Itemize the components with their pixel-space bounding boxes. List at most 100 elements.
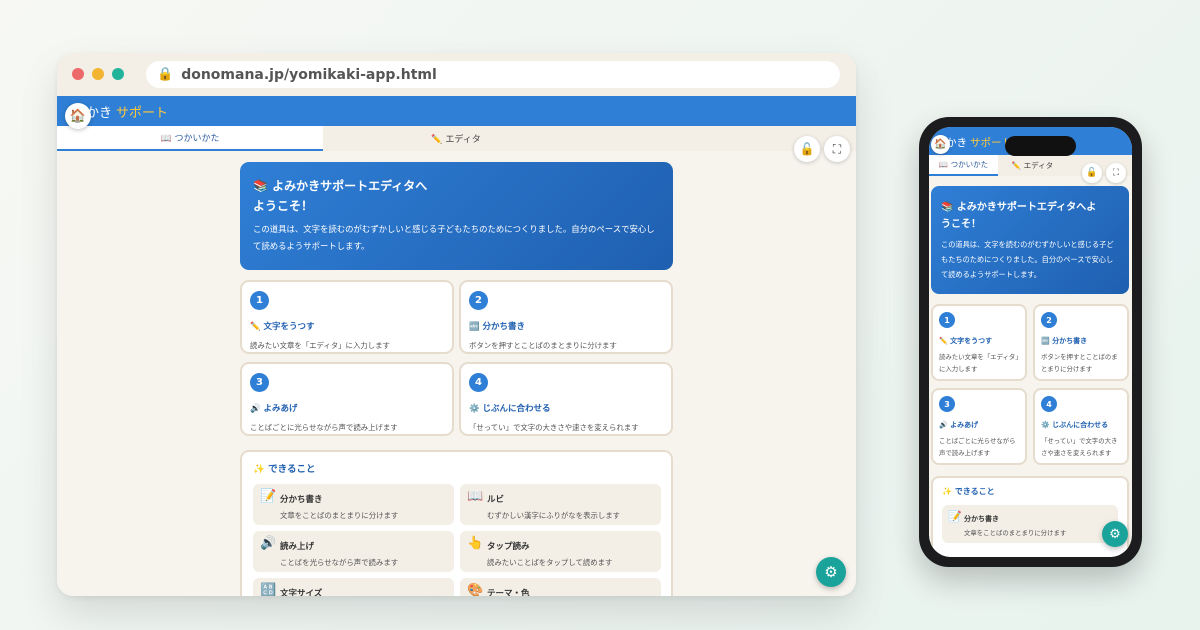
feature-name: ルビ (487, 495, 505, 505)
lock-toggle-button[interactable]: 🔓 (1082, 163, 1102, 183)
book-icon: 📖 (467, 489, 484, 504)
palette-icon: 🎨 (467, 583, 484, 596)
letters-icon: 🔠 (260, 583, 277, 596)
feature-name: タップ読み (487, 542, 530, 552)
memo-icon: 📝 (260, 489, 277, 504)
feature-name: 分かち書き (280, 495, 323, 505)
step-number: 3 (939, 396, 955, 412)
step-card: 4 ⚙️ じぶんに合わせる 「せってい」で文字の大きさや速さを変えられます (459, 362, 673, 436)
step-desc: 「せってい」で文字の大きさや速さを変えられます (1041, 437, 1118, 457)
step-desc: ボタンを押すとことばのまとまりに分けます (1041, 353, 1118, 373)
tab-usage[interactable]: 📖 つかいかた (929, 155, 998, 176)
step-number: 3 (250, 373, 269, 392)
feature-name: テーマ・色 (487, 589, 530, 596)
step-title: 🔤 分かち書き (1041, 337, 1088, 345)
address-bar[interactable]: 🔒 donomana.jp/yomikaki-app.html (146, 61, 840, 88)
pointing-hand-icon: 👆 (467, 536, 484, 551)
home-button[interactable]: 🏠 (65, 103, 91, 129)
step-desc: ことばごとに光らせながら声で読み上げます (939, 437, 1016, 457)
memo-icon: 📝 (948, 510, 962, 523)
gear-icon: ⚙ (824, 563, 838, 581)
feature-item: 📖 ルビむずかしい漢字にふりがなを表示します (460, 484, 661, 525)
step-title: ✏️ 文字をうつす (939, 337, 993, 345)
home-button[interactable]: 🏠 (931, 135, 950, 154)
home-icon: 🏠 (69, 108, 87, 124)
lock-toggle-button[interactable]: 🔓 (794, 136, 820, 162)
close-window-dot[interactable] (72, 68, 84, 80)
fullscreen-icon: ⛶ (832, 141, 842, 156)
feature-name: 読み上げ (280, 542, 315, 552)
step-title: 🔊 よみあげ (250, 404, 298, 414)
features-section: ✨ できること 📝 分かち書き 文章をことばのまとまりに分けます (931, 476, 1129, 557)
maximize-window-dot[interactable] (112, 68, 124, 80)
welcome-banner: 📚 よみかきサポートエディタへようこそ！ この道具は、文字を読むのがむずかしいと… (240, 162, 673, 270)
page-viewport: かき サポート 🏠 📖 つかいかた ✏️ エディタ 🔓 ⛶ 📚 よみかきサポートエ… (57, 96, 856, 596)
unlock-icon: 🔓 (1086, 168, 1098, 178)
feature-item: 🔊 読み上げことばを光らせながら声で読みます (253, 531, 454, 572)
step-card: 2 🔤 分かち書き ボタンを押すとことばのまとまりに分けます (459, 280, 673, 354)
welcome-title: 📚 よみかきサポートエディタへようこそ！ (941, 202, 1097, 230)
feature-desc: むずかしい漢字にふりがなを表示します (487, 511, 621, 520)
step-title: ⚙️ じぶんに合わせる (469, 404, 551, 414)
speaker-icon: 🔊 (260, 536, 277, 551)
step-number: 1 (939, 312, 955, 328)
step-title: ⚙️ じぶんに合わせる (1041, 421, 1109, 429)
step-card: 3 🔊 よみあげ ことばごとに光らせながら声で読み上げます (240, 362, 454, 436)
feature-name: 分かち書き (964, 515, 999, 523)
feature-desc: 文章をことばのまとまりに分けます (280, 511, 399, 520)
welcome-banner: 📚 よみかきサポートエディタへようこそ！ この道具は、文字を読むのがむずかしいと… (931, 186, 1129, 294)
lock-icon: 🔒 (157, 67, 174, 82)
feature-item: 🎨 テーマ・色 (460, 578, 661, 596)
unlock-icon: 🔓 (799, 142, 815, 156)
home-icon: 🏠 (934, 139, 947, 150)
step-number: 2 (469, 291, 488, 310)
step-card: 3 🔊 よみあげ ことばごとに光らせながら声で読み上げます (931, 388, 1027, 465)
desktop-browser-window: 🔒 donomana.jp/yomikaki-app.html かき サポート 🏠… (57, 53, 856, 596)
features-title: ✨ できること (253, 464, 316, 475)
feature-desc: ことばを光らせながら声で読みます (280, 558, 399, 567)
step-number: 2 (1041, 312, 1057, 328)
app-brand: かき サポート (86, 102, 168, 121)
tab-editor[interactable]: ✏️ エディタ (998, 155, 1067, 176)
feature-desc: 読みたいことばをタップして読めます (487, 558, 613, 567)
step-number: 4 (469, 373, 488, 392)
step-desc: 「せってい」で文字の大きさや速さを変えられます (469, 423, 639, 432)
tab-editor[interactable]: ✏️ エディタ (323, 126, 589, 151)
settings-button[interactable]: ⚙ (1102, 521, 1128, 547)
tab-bar: 📖 つかいかた ✏️ エディタ (57, 126, 856, 151)
phone-screen: かき サポート 🏠 📖 つかいかた ✏️ エディタ 🔓 ⛶ 📚 よみかきサポートエ… (929, 127, 1132, 557)
step-number: 4 (1041, 396, 1057, 412)
gear-icon: ⚙ (1109, 526, 1121, 542)
brand-accent-text: サポート (116, 106, 169, 121)
step-card: 1 ✏️ 文字をうつす 読みたい文章を「エディタ」に入力します (931, 304, 1027, 381)
settings-button[interactable]: ⚙ (816, 557, 846, 587)
step-title: ✏️ 文字をうつす (250, 322, 315, 332)
fullscreen-button[interactable]: ⛶ (824, 136, 850, 162)
feature-desc: 文章をことばのまとまりに分けます (964, 529, 1067, 537)
features-grid: 📝 分かち書き文章をことばのまとまりに分けます 📖 ルビむずかしい漢字にふりがな… (253, 484, 661, 596)
app-brand: かき サポート (946, 135, 1012, 150)
feature-item: 👆 タップ読み読みたいことばをタップして読めます (460, 531, 661, 572)
step-title: 🔤 分かち書き (469, 322, 526, 332)
welcome-title: 📚 よみかきサポートエディタへようこそ！ (253, 179, 428, 213)
fullscreen-icon: ⛶ (1112, 168, 1120, 178)
step-card: 1 ✏️ 文字をうつす 読みたい文章を「エディタ」に入力します (240, 280, 454, 354)
mobile-phone-frame: かき サポート 🏠 📖 つかいかた ✏️ エディタ 🔓 ⛶ 📚 よみかきサポートエ… (919, 117, 1142, 567)
welcome-body: この道具は、文字を読むのがむずかしいと感じる子どもたちのためにつくりました。自分… (253, 224, 655, 251)
url-text: donomana.jp/yomikaki-app.html (181, 66, 437, 83)
welcome-body: この道具は、文字を読むのがむずかしいと感じる子どもたちのためにつくりました。自分… (941, 240, 1114, 279)
features-section: ✨ できること 📝 分かち書き文章をことばのまとまりに分けます 📖 ルビむずかし… (240, 450, 673, 596)
step-desc: 読みたい文章を「エディタ」に入力します (250, 341, 390, 350)
phone-notch (1005, 136, 1076, 156)
step-number: 1 (250, 291, 269, 310)
minimize-window-dot[interactable] (92, 68, 104, 80)
step-desc: ことばごとに光らせながら声で読み上げます (250, 423, 398, 432)
step-title: 🔊 よみあげ (939, 421, 979, 429)
fullscreen-button[interactable]: ⛶ (1106, 163, 1126, 183)
step-card: 4 ⚙️ じぶんに合わせる 「せってい」で文字の大きさや速さを変えられます (1033, 388, 1129, 465)
tab-usage[interactable]: 📖 つかいかた (57, 126, 323, 151)
step-desc: 読みたい文章を「エディタ」に入力します (939, 353, 1019, 373)
step-desc: ボタンを押すとことばのまとまりに分けます (469, 341, 617, 350)
feature-item: 📝 分かち書き文章をことばのまとまりに分けます (253, 484, 454, 525)
step-card: 2 🔤 分かち書き ボタンを押すとことばのまとまりに分けます (1033, 304, 1129, 381)
